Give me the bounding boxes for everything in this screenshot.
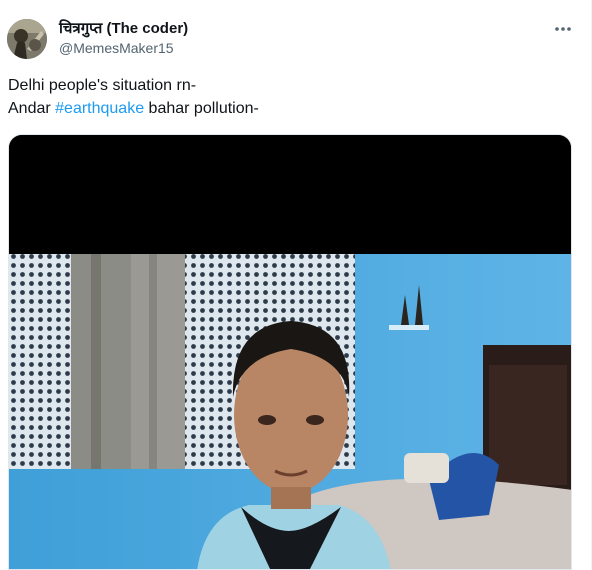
author-handle[interactable]: @MemesMaker15 — [59, 40, 174, 56]
tweet-text: Delhi people's situation rn- Andar #eart… — [8, 74, 578, 120]
video-frame — [9, 135, 571, 569]
tweet-card: चित्रगुप्त (The coder) @MemesMaker15 Del… — [0, 0, 592, 570]
avatar-image — [7, 19, 47, 59]
more-horizontal-icon — [555, 27, 571, 31]
tweet-text-line-2: Andar #earthquake bahar pollution- — [8, 97, 578, 120]
author-display-name[interactable]: चित्रगुप्त (The coder) — [59, 18, 188, 38]
hashtag-link[interactable]: #earthquake — [55, 100, 144, 117]
video-media[interactable] — [8, 134, 572, 570]
text-suffix: bahar pollution- — [144, 100, 259, 117]
more-options-button[interactable] — [552, 18, 574, 40]
text-prefix: Andar — [8, 100, 56, 117]
tweet-text-line-1: Delhi people's situation rn- — [8, 77, 197, 94]
avatar[interactable] — [7, 19, 47, 59]
